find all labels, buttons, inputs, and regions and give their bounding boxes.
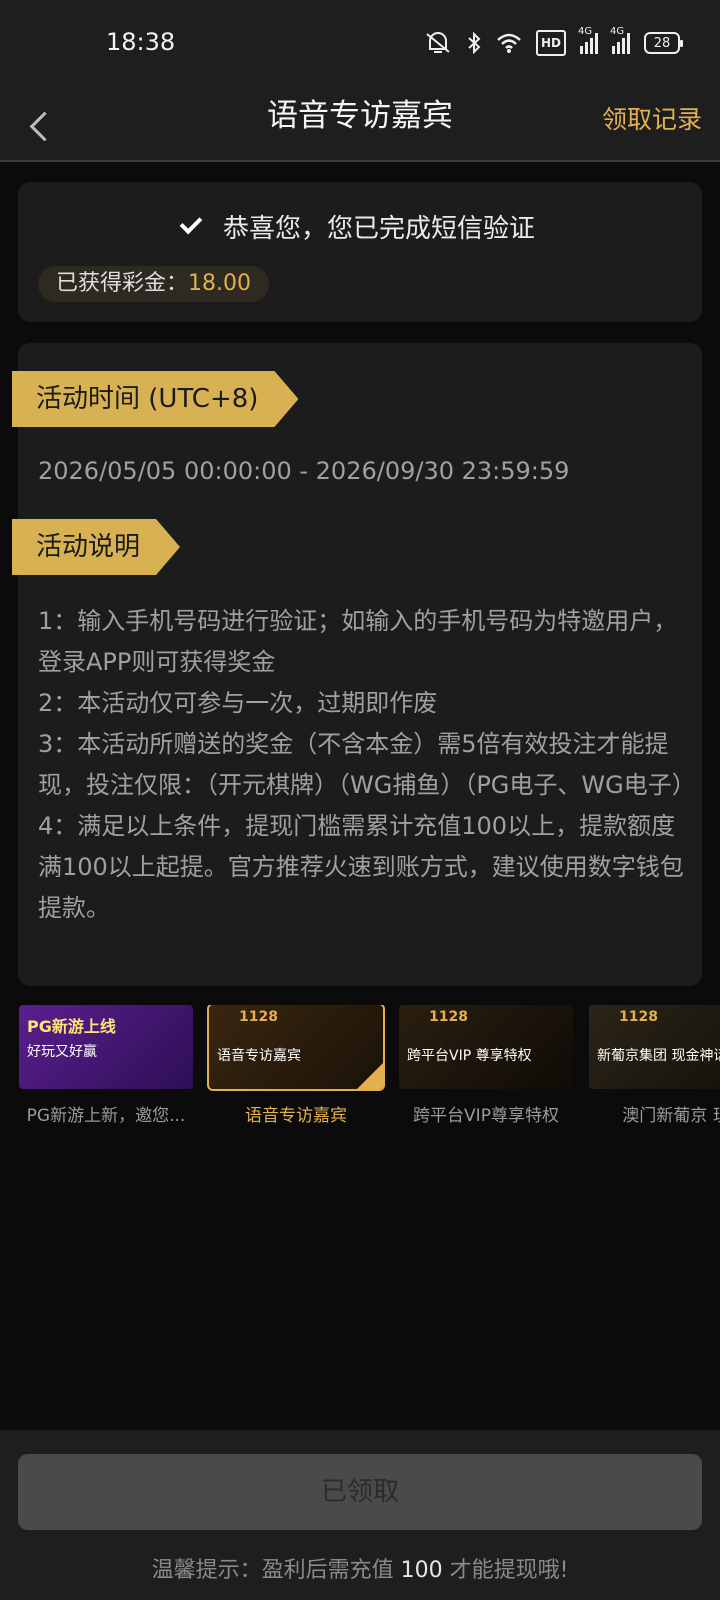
claim-history-link[interactable]: 领取记录 xyxy=(602,100,702,136)
battery-icon: 28 xyxy=(644,32,683,54)
verify-card: 恭喜您，您已完成短信验证 已获得彩金：18.00 xyxy=(18,182,702,322)
activity-time-range: 2026/05/05 00:00:00 - 2026/09/30 23:59:5… xyxy=(38,457,570,485)
hd-icon: HD xyxy=(535,30,566,56)
promo-banner: 1128 新葡京集团 现金神话 xyxy=(589,1005,720,1089)
claimed-button[interactable]: 已领取 xyxy=(18,1454,702,1530)
desc-line: 1：输入手机号码进行验证；如输入的手机号码为特邀用户，登录APP则可获得奖金 xyxy=(38,607,678,676)
promo-caption: 澳门新葡京 现 xyxy=(622,1106,720,1126)
activity-time-heading: 活动时间 (UTC+8) xyxy=(12,371,298,427)
status-bar: 18:38 HD 4G 4G 28 xyxy=(0,0,720,90)
promo-banner: 1128 跨平台VIP 尊享特权 xyxy=(399,1005,573,1089)
bluetooth-icon xyxy=(466,30,482,56)
activity-desc-heading: 活动说明 xyxy=(12,519,180,575)
promo-carousel[interactable]: PG新游上线 好玩又好赢 PG新游上新，邀您... 1128 语音专访嘉宾 语音… xyxy=(0,1005,720,1135)
signal-icon: 4G xyxy=(610,26,630,54)
tip-text: 温馨提示：盈利后需充值 100 才能提现哦! xyxy=(151,1558,569,1583)
mute-icon xyxy=(424,30,452,56)
promo-caption: 跨平台VIP尊享特权 xyxy=(413,1106,559,1126)
promo-item[interactable]: 1128 新葡京集团 现金神话 澳门新葡京 现 xyxy=(589,1005,720,1126)
bottom-bar: 已领取 温馨提示：盈利后需充值 100 才能提现哦! xyxy=(0,1430,720,1600)
verify-message-row: 恭喜您，您已完成短信验证 xyxy=(18,208,702,245)
bonus-label: 已获得彩金： xyxy=(56,271,189,296)
promo-banner: 1128 语音专访嘉宾 xyxy=(207,1005,385,1091)
check-icon xyxy=(179,211,203,235)
wifi-icon xyxy=(496,30,522,56)
desc-line: 4：满足以上条件，提现门槛需累计充值100以上，提款额度满100以上起提。官方推… xyxy=(38,812,684,922)
promo-banner: PG新游上线 好玩又好赢 xyxy=(19,1005,193,1089)
bonus-value: 18.00 xyxy=(188,271,251,296)
promo-item[interactable]: PG新游上线 好玩又好赢 PG新游上新，邀您... xyxy=(19,1005,193,1126)
promo-caption: PG新游上新，邀您... xyxy=(26,1106,186,1126)
selected-check-icon xyxy=(357,1063,383,1089)
desc-line: 2：本活动仅可参与一次，过期即作废 xyxy=(38,689,438,717)
status-time: 18:38 xyxy=(106,28,176,56)
promo-item[interactable]: 1128 跨平台VIP 尊享特权 跨平台VIP尊享特权 xyxy=(399,1005,573,1126)
desc-line: 3：本活动所赠送的奖金（不含本金）需5倍有效投注才能提现，投注仅限：（开元棋牌）… xyxy=(38,730,696,799)
promo-item-active[interactable]: 1128 语音专访嘉宾 语音专访嘉宾 xyxy=(207,1005,385,1126)
promo-caption: 语音专访嘉宾 xyxy=(245,1106,347,1126)
bonus-badge: 已获得彩金：18.00 xyxy=(38,266,269,302)
nav-bar: 语音专访嘉宾 领取记录 xyxy=(0,90,720,162)
signal-icon: 4G xyxy=(578,26,598,54)
activity-card: 活动时间 (UTC+8) 2026/05/05 00:00:00 - 2026/… xyxy=(18,343,702,986)
activity-description: 1：输入手机号码进行验证；如输入的手机号码为特邀用户，登录APP则可获得奖金 2… xyxy=(38,601,696,929)
status-icons: HD 4G 4G 28 xyxy=(424,26,683,56)
verify-message: 恭喜您，您已完成短信验证 xyxy=(222,214,535,244)
